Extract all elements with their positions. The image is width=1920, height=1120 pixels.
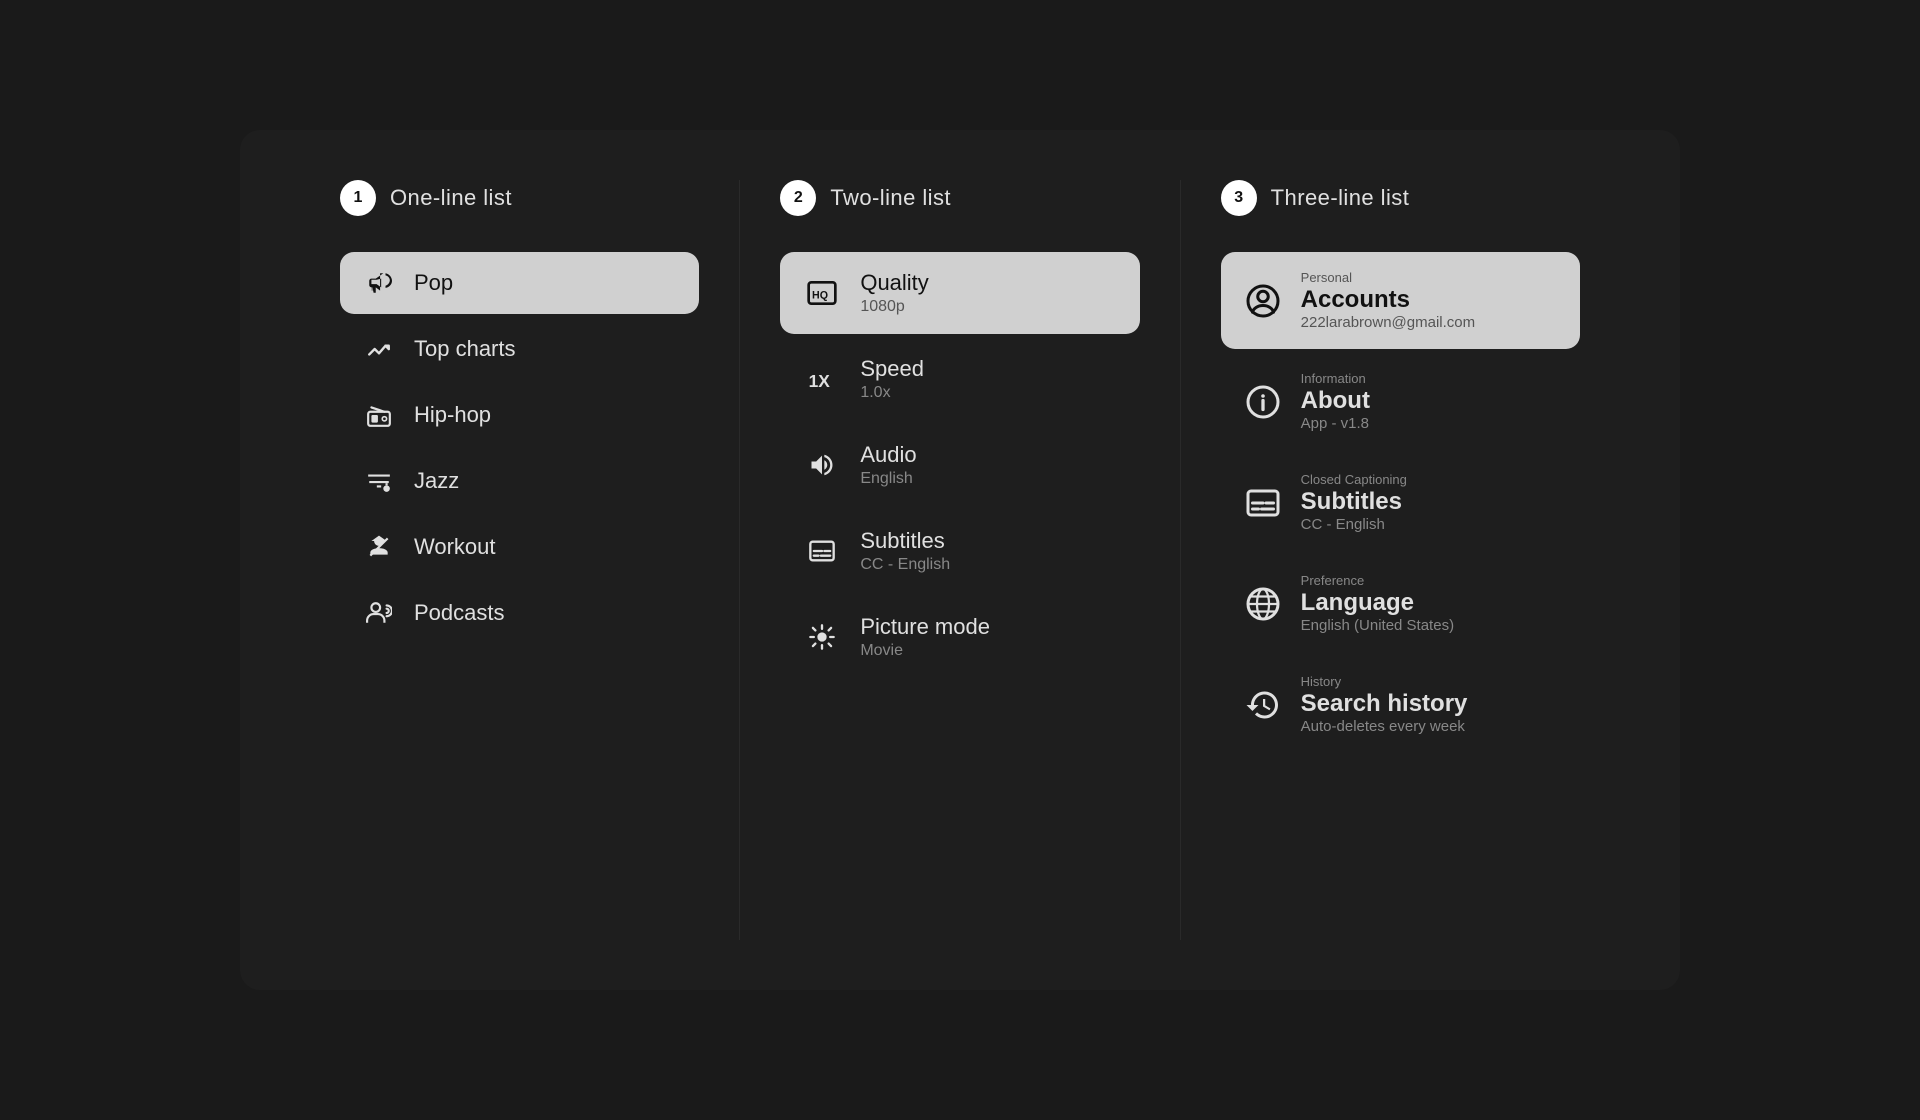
speed-sublabel: 1.0x bbox=[860, 384, 924, 402]
search-history-label: Search history bbox=[1301, 690, 1468, 718]
three-line-badge: 3 bbox=[1221, 180, 1257, 216]
audio-text: Audio English bbox=[860, 442, 916, 488]
pop-label: Pop bbox=[414, 270, 453, 296]
list-item-top-charts[interactable]: Top charts bbox=[340, 318, 699, 380]
search-history-overline: History bbox=[1301, 674, 1468, 689]
list-item-subtitles3[interactable]: Closed Captioning Subtitles CC - English bbox=[1221, 454, 1580, 551]
speed-label: Speed bbox=[860, 356, 924, 382]
quality-sublabel: 1080p bbox=[860, 298, 928, 316]
jazz-label: Jazz bbox=[414, 468, 459, 494]
list-item-language[interactable]: Preference Language English (United Stat… bbox=[1221, 555, 1580, 652]
info-circle-icon bbox=[1245, 384, 1281, 420]
list-item-workout[interactable]: Workout bbox=[340, 516, 699, 578]
globe-icon bbox=[1245, 586, 1281, 622]
picture-mode-sublabel: Movie bbox=[860, 642, 990, 660]
picture-mode-text: Picture mode Movie bbox=[860, 614, 990, 660]
list-item-speed[interactable]: 1X Speed 1.0x bbox=[780, 338, 1139, 420]
top-charts-label: Top charts bbox=[414, 336, 516, 362]
language-text: Preference Language English (United Stat… bbox=[1301, 573, 1454, 634]
about-text: Information About App - v1.8 bbox=[1301, 371, 1370, 432]
subtitles-label: Subtitles bbox=[860, 528, 950, 554]
subtitles3-label: Subtitles bbox=[1301, 488, 1407, 516]
subtitles3-overline: Closed Captioning bbox=[1301, 472, 1407, 487]
list-item-hip-hop[interactable]: Hip-hop bbox=[340, 384, 699, 446]
about-label: About bbox=[1301, 387, 1370, 415]
quality-label: Quality bbox=[860, 270, 928, 296]
search-history-text: History Search history Auto-deletes ever… bbox=[1301, 674, 1468, 735]
list-item-about[interactable]: Information About App - v1.8 bbox=[1221, 353, 1580, 450]
subtitles-text: Subtitles CC - English bbox=[860, 528, 950, 574]
podcasts-label: Podcasts bbox=[414, 600, 505, 626]
one-line-title: One-line list bbox=[390, 185, 512, 211]
megaphone-icon bbox=[364, 270, 394, 296]
two-line-badge: 2 bbox=[780, 180, 816, 216]
search-history-sublabel: Auto-deletes every week bbox=[1301, 718, 1468, 735]
accounts-overline: Personal bbox=[1301, 270, 1475, 285]
hip-hop-label: Hip-hop bbox=[414, 402, 491, 428]
language-overline: Preference bbox=[1301, 573, 1454, 588]
language-label: Language bbox=[1301, 589, 1454, 617]
svg-text:HQ: HQ bbox=[812, 289, 828, 301]
list-item-picture-mode[interactable]: Picture mode Movie bbox=[780, 596, 1139, 678]
radio-icon bbox=[364, 402, 394, 428]
workout-label: Workout bbox=[414, 534, 496, 560]
two-line-column: 2 Two-line list HQ Quality 1080p 1X bbox=[740, 180, 1180, 940]
accounts-label: Accounts bbox=[1301, 286, 1475, 314]
about-sublabel: App - v1.8 bbox=[1301, 415, 1370, 432]
list-item-accounts[interactable]: Personal Accounts 222larabrown@gmail.com bbox=[1221, 252, 1580, 349]
history-icon bbox=[1245, 687, 1281, 723]
about-overline: Information bbox=[1301, 371, 1370, 386]
person-audio-icon bbox=[364, 600, 394, 626]
list-item-pop[interactable]: Pop bbox=[340, 252, 699, 314]
list-item-quality[interactable]: HQ Quality 1080p bbox=[780, 252, 1139, 334]
one-line-header: 1 One-line list bbox=[340, 180, 699, 216]
subtitles3-icon bbox=[1245, 485, 1281, 521]
1x-icon: 1X bbox=[804, 363, 840, 395]
music-filter-icon bbox=[364, 468, 394, 494]
audio-sublabel: English bbox=[860, 470, 916, 488]
three-line-column: 3 Three-line list Personal Accounts 222l… bbox=[1181, 180, 1620, 940]
list-item-audio[interactable]: Audio English bbox=[780, 424, 1139, 506]
one-line-column: 1 One-line list Pop Top charts bbox=[300, 180, 740, 940]
list-item-podcasts[interactable]: Podcasts bbox=[340, 582, 699, 644]
accounts-text: Personal Accounts 222larabrown@gmail.com bbox=[1301, 270, 1475, 331]
list-item-subtitles[interactable]: Subtitles CC - English bbox=[780, 510, 1139, 592]
one-line-badge: 1 bbox=[340, 180, 376, 216]
two-line-header: 2 Two-line list bbox=[780, 180, 1139, 216]
brightness-icon bbox=[804, 623, 840, 651]
picture-mode-label: Picture mode bbox=[860, 614, 990, 640]
subtitles3-sublabel: CC - English bbox=[1301, 516, 1407, 533]
hq-icon: HQ bbox=[804, 277, 840, 309]
chart-up-icon bbox=[364, 336, 394, 362]
subtitles-icon bbox=[804, 537, 840, 565]
three-line-title: Three-line list bbox=[1271, 185, 1410, 211]
tools-icon bbox=[364, 534, 394, 560]
main-container: 1 One-line list Pop Top charts bbox=[240, 130, 1680, 990]
two-line-title: Two-line list bbox=[830, 185, 951, 211]
three-line-header: 3 Three-line list bbox=[1221, 180, 1580, 216]
list-item-jazz[interactable]: Jazz bbox=[340, 450, 699, 512]
subtitles-sublabel: CC - English bbox=[860, 556, 950, 574]
account-circle-icon bbox=[1245, 283, 1281, 319]
svg-text:1X: 1X bbox=[809, 371, 831, 391]
quality-text: Quality 1080p bbox=[860, 270, 928, 316]
audio-label: Audio bbox=[860, 442, 916, 468]
language-sublabel: English (United States) bbox=[1301, 617, 1454, 634]
accounts-sublabel: 222larabrown@gmail.com bbox=[1301, 314, 1475, 331]
volume-icon bbox=[804, 451, 840, 479]
subtitles3-text: Closed Captioning Subtitles CC - English bbox=[1301, 472, 1407, 533]
speed-text: Speed 1.0x bbox=[860, 356, 924, 402]
list-item-search-history[interactable]: History Search history Auto-deletes ever… bbox=[1221, 656, 1580, 753]
